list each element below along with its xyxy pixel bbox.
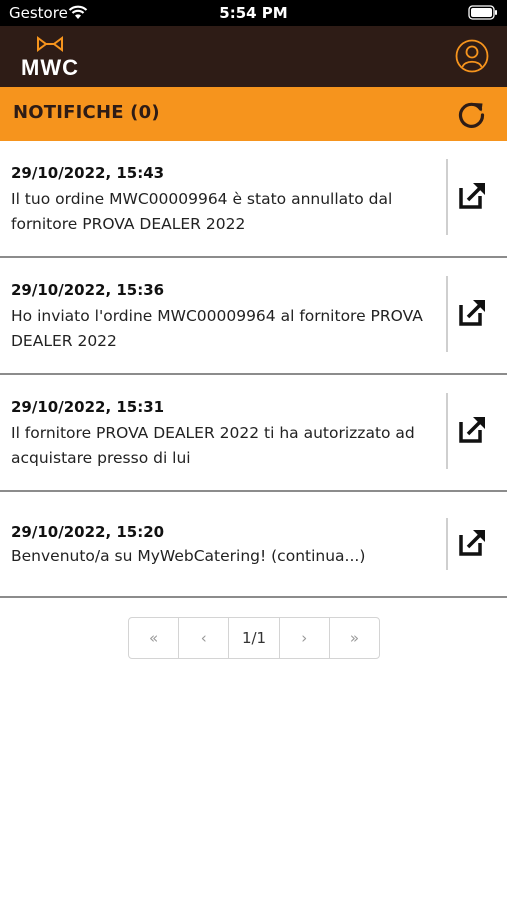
last-page-button[interactable]: »	[330, 618, 379, 658]
notification-message: Il tuo ordine MWC00009964 è stato annull…	[11, 190, 393, 233]
notification-text: 29/10/2022, 15:43 Il tuo ordine MWC00009…	[11, 163, 431, 237]
refresh-icon[interactable]	[455, 97, 489, 131]
notification-date: 29/10/2022, 15:43	[11, 164, 165, 182]
notification-item[interactable]: 29/10/2022, 15:36 Ho inviato l'ordine MW…	[0, 258, 507, 375]
page-title: NOTIFICHE (0)	[13, 102, 160, 123]
open-external-icon[interactable]	[459, 298, 487, 326]
notification-item[interactable]: 29/10/2022, 15:20 Benvenuto/a su MyWebCa…	[0, 492, 507, 598]
item-divider	[446, 276, 448, 352]
battery-icon	[468, 5, 497, 20]
open-external-icon[interactable]	[459, 181, 487, 209]
current-page-indicator: 1/1	[229, 618, 280, 658]
notification-date: 29/10/2022, 15:31	[11, 398, 165, 416]
notification-text: 29/10/2022, 15:36 Ho inviato l'ordine MW…	[11, 280, 431, 354]
prev-page-button[interactable]: ‹	[179, 618, 230, 658]
notification-message: Ho inviato l'ordine MWC00009964 al forni…	[11, 307, 423, 350]
notification-item[interactable]: 29/10/2022, 15:31 Il fornitore PROVA DEA…	[0, 375, 507, 492]
next-page-button[interactable]: ›	[280, 618, 330, 658]
mwc-logo[interactable]: MWC	[10, 34, 90, 80]
pagination: « ‹ 1/1 › »	[128, 617, 380, 659]
first-page-button[interactable]: «	[129, 618, 180, 658]
notification-text: 29/10/2022, 15:20 Benvenuto/a su MyWebCa…	[11, 522, 431, 569]
notification-message: Il fornitore PROVA DEALER 2022 ti ha aut…	[11, 424, 415, 467]
notifications-list: 29/10/2022, 15:43 Il tuo ordine MWC00009…	[0, 141, 507, 598]
notification-message: Benvenuto/a su MyWebCatering! (continua.…	[11, 547, 366, 565]
clock: 5:54 PM	[219, 4, 288, 22]
title-bar: NOTIFICHE (0)	[0, 87, 507, 141]
notification-item[interactable]: 29/10/2022, 15:43 Il tuo ordine MWC00009…	[0, 141, 507, 258]
open-external-icon[interactable]	[459, 528, 487, 556]
item-divider	[446, 159, 448, 235]
user-profile-icon[interactable]	[455, 39, 489, 73]
notification-date: 29/10/2022, 15:36	[11, 281, 165, 299]
notification-date: 29/10/2022, 15:20	[11, 523, 165, 541]
app-header: MWC	[0, 26, 507, 87]
open-external-icon[interactable]	[459, 415, 487, 443]
item-divider	[446, 518, 448, 570]
notification-text: 29/10/2022, 15:31 Il fornitore PROVA DEA…	[11, 397, 431, 471]
item-divider	[446, 393, 448, 469]
logo-text: MWC	[21, 55, 79, 80]
status-bar: Gestore 5:54 PM	[0, 0, 507, 26]
